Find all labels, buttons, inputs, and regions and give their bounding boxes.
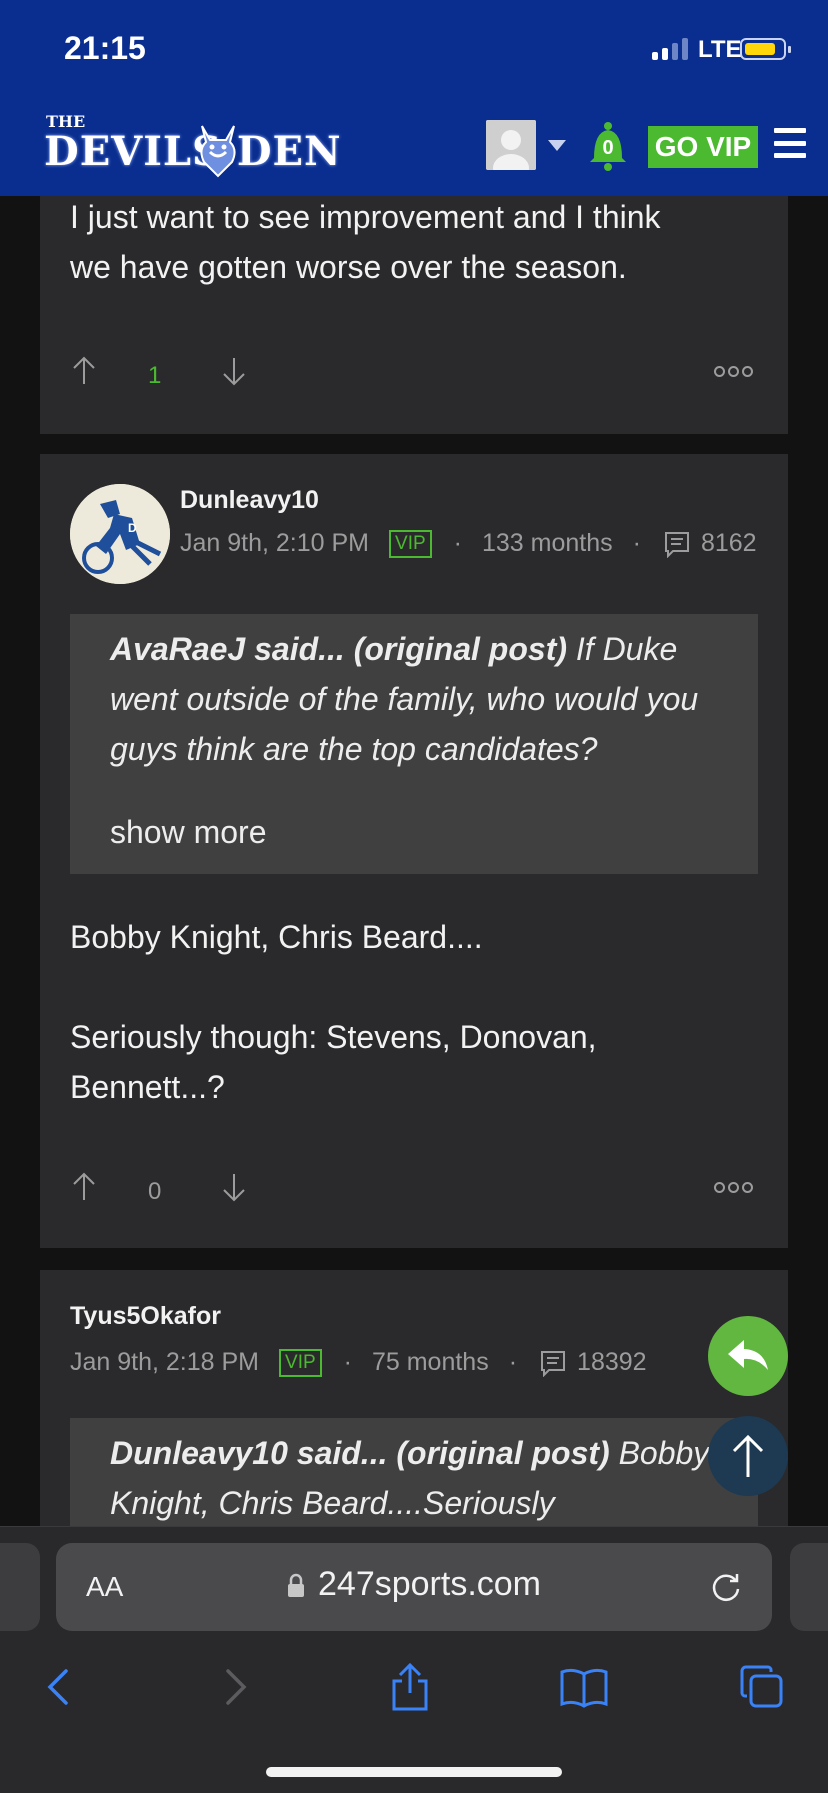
upvote-arrow-icon[interactable] bbox=[72, 1172, 96, 1202]
tabs-button[interactable] bbox=[734, 1659, 790, 1715]
scroll-to-top-button[interactable] bbox=[708, 1416, 788, 1496]
post-card: D Dunleavy10 Jan 9th, 2:10 PM VIP · 133 … bbox=[40, 454, 788, 1248]
bell-icon: 0 bbox=[590, 122, 626, 171]
downvote-arrow-icon[interactable] bbox=[222, 1172, 246, 1202]
meta-separator: · bbox=[508, 1348, 518, 1376]
battery-icon bbox=[740, 38, 791, 60]
scroll-top-icon bbox=[732, 1434, 764, 1477]
post-meta: Jan 9th, 2:10 PM VIP · 133 months · 8162 bbox=[180, 529, 757, 558]
upvote-arrow-icon[interactable] bbox=[72, 356, 96, 386]
author-name[interactable]: Tyus5Okafor bbox=[70, 1302, 221, 1331]
back-button[interactable] bbox=[30, 1659, 86, 1715]
svg-text:D: D bbox=[128, 521, 137, 535]
vote-count: 0 bbox=[148, 1178, 162, 1205]
status-bar: 21:15 LTE bbox=[0, 0, 828, 96]
member-tenure: 133 months bbox=[481, 529, 613, 557]
forward-icon bbox=[226, 1669, 247, 1705]
url-text[interactable]: 247sports.com bbox=[318, 1565, 541, 1604]
post-date: Jan 9th, 2:10 PM bbox=[180, 529, 370, 557]
post-body: Bobby Knight, Chris Beard.... Seriously … bbox=[70, 919, 597, 1105]
previous-tab-preview[interactable] bbox=[0, 1543, 40, 1631]
reload-icon[interactable] bbox=[708, 1569, 744, 1605]
show-more-link[interactable]: show more bbox=[110, 814, 267, 851]
user-avatar-icon bbox=[486, 120, 536, 170]
quoted-post: AvaRaeJ said... (original post) If Duke … bbox=[70, 614, 758, 874]
home-indicator[interactable] bbox=[266, 1767, 562, 1777]
site-header: THE DEVILS DEN 0 GO VIP bbox=[0, 96, 828, 196]
post-count: 8162 bbox=[700, 529, 757, 557]
tabs-icon bbox=[740, 1665, 783, 1708]
next-tab-preview[interactable] bbox=[790, 1543, 828, 1631]
author-avatar[interactable]: D bbox=[70, 484, 170, 584]
more-options-icon[interactable] bbox=[714, 366, 753, 377]
logo-main-text: DEVILS DEN bbox=[44, 128, 342, 175]
meta-separator: · bbox=[453, 529, 462, 557]
quoted-post: Dunleavy10 said... (original post) Bobby… bbox=[70, 1418, 758, 1526]
forward-button[interactable] bbox=[208, 1659, 264, 1715]
lock-icon bbox=[288, 1573, 304, 1597]
browser-toolbar: AA 247sports.com bbox=[0, 1526, 828, 1793]
share-button[interactable] bbox=[382, 1659, 438, 1715]
signal-icon bbox=[652, 38, 688, 60]
vip-badge: VIP bbox=[279, 1348, 322, 1377]
post-meta: Jan 9th, 2:18 PM VIP · 75 months · 18392 bbox=[70, 1348, 647, 1377]
blue-devil-avatar-icon: D bbox=[70, 484, 170, 584]
site-logo[interactable]: THE DEVILS DEN bbox=[44, 112, 344, 182]
bookmarks-button[interactable] bbox=[556, 1659, 612, 1715]
reply-button[interactable] bbox=[708, 1316, 788, 1396]
post-date: Jan 9th, 2:18 PM bbox=[70, 1348, 260, 1376]
reply-icon bbox=[728, 1340, 768, 1370]
user-avatar-button[interactable] bbox=[486, 120, 536, 170]
post-body: I just want to see improvement and I thi… bbox=[70, 199, 661, 285]
quote-attribution[interactable]: Dunleavy10 said... (original post) bbox=[110, 1435, 610, 1471]
comment-count-icon bbox=[541, 1350, 566, 1377]
network-type: LTE bbox=[698, 36, 742, 63]
status-time: 21:15 bbox=[64, 30, 146, 66]
vote-count: 1 bbox=[148, 362, 162, 389]
notification-count: 0 bbox=[602, 137, 613, 159]
go-vip-button[interactable]: GO VIP bbox=[648, 126, 758, 168]
post-card: Tyus5Okafor Jan 9th, 2:18 PM VIP · 75 mo… bbox=[40, 1270, 788, 1526]
meta-separator: · bbox=[632, 529, 641, 557]
author-name[interactable]: Dunleavy10 bbox=[180, 486, 319, 515]
address-bar[interactable]: AA 247sports.com bbox=[56, 1543, 772, 1631]
post-count: 18392 bbox=[577, 1348, 647, 1376]
quote-text: Dunleavy10 said... (original post) Bobby… bbox=[110, 1428, 730, 1526]
share-icon bbox=[392, 1663, 428, 1711]
quote-text: AvaRaeJ said... (original post) If Duke … bbox=[110, 624, 730, 774]
back-icon bbox=[47, 1669, 68, 1705]
comment-count-icon bbox=[664, 531, 689, 558]
devil-logo-icon bbox=[200, 125, 236, 178]
meta-separator: · bbox=[343, 1348, 352, 1376]
bookmarks-icon bbox=[560, 1668, 608, 1708]
account-dropdown-icon[interactable] bbox=[548, 140, 566, 151]
quote-attribution[interactable]: AvaRaeJ said... (original post) bbox=[110, 631, 567, 667]
downvote-arrow-icon[interactable] bbox=[222, 356, 246, 386]
text-size-button[interactable]: AA bbox=[86, 1571, 123, 1603]
member-tenure: 75 months bbox=[371, 1348, 489, 1376]
hamburger-menu-icon[interactable] bbox=[774, 128, 806, 158]
notifications-button[interactable]: 0 bbox=[586, 120, 630, 172]
vip-badge: VIP bbox=[389, 529, 432, 558]
more-options-icon[interactable] bbox=[714, 1182, 753, 1193]
post-card: I just want to see improvement and I thi… bbox=[40, 196, 788, 434]
